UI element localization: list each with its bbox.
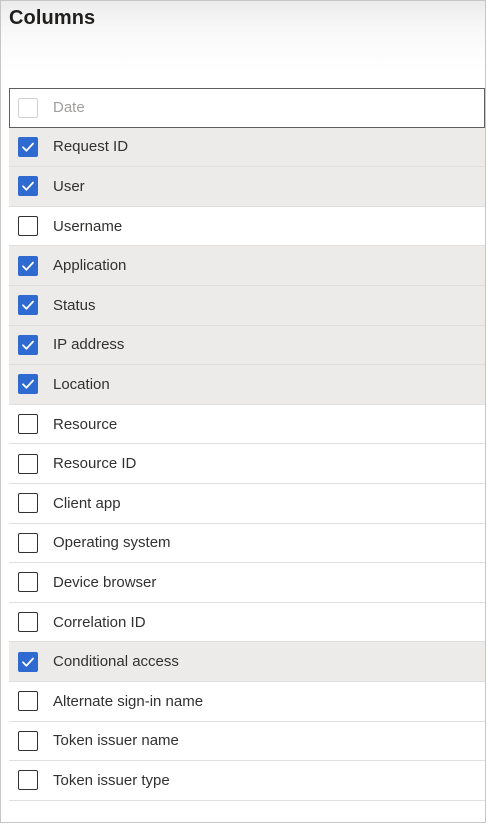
correlation-id-checkbox[interactable] [18, 612, 38, 633]
date-checkbox [18, 97, 38, 118]
column-option-alternate-sign-in-name[interactable]: Alternate sign-in name [9, 682, 485, 722]
columns-list: Date Request ID User Username Applicatio… [9, 88, 485, 801]
column-label: Token issuer type [53, 771, 170, 789]
device-browser-checkbox[interactable] [18, 572, 38, 593]
panel-title: Columns [9, 7, 96, 29]
column-option-location[interactable]: Location [9, 365, 485, 405]
conditional-access-checkbox[interactable] [18, 651, 38, 672]
operating-system-checkbox[interactable] [18, 532, 38, 553]
checkmark-icon [22, 380, 34, 390]
location-checkbox[interactable] [18, 374, 38, 395]
column-label: IP address [53, 336, 125, 354]
column-label: Resource [53, 415, 118, 433]
column-label: Conditional access [53, 653, 179, 671]
column-option-client-app[interactable]: Client app [9, 484, 485, 524]
column-option-correlation-id[interactable]: Correlation ID [9, 603, 485, 643]
column-label: Request ID [53, 138, 129, 156]
checkmark-icon [22, 142, 34, 152]
column-label: Resource ID [53, 455, 137, 473]
checkmark-icon [22, 340, 34, 350]
column-option-operating-system[interactable]: Operating system [9, 524, 485, 564]
checkmark-icon [22, 657, 34, 667]
column-label: Token issuer name [53, 732, 179, 750]
column-option-username[interactable]: Username [9, 207, 485, 247]
column-option-resource[interactable]: Resource [9, 405, 485, 445]
status-checkbox[interactable] [18, 295, 38, 316]
column-label: Operating system [53, 534, 171, 552]
column-label: Status [53, 296, 96, 314]
alternate-sign-in-name-checkbox[interactable] [18, 691, 38, 712]
checkmark-icon [22, 182, 34, 192]
column-option-resource-id[interactable]: Resource ID [9, 444, 485, 484]
request-id-checkbox[interactable] [18, 136, 38, 157]
column-label: Correlation ID [53, 613, 146, 631]
column-label: Application [53, 257, 127, 275]
column-option-ip-address[interactable]: IP address [9, 325, 485, 366]
user-checkbox[interactable] [18, 176, 38, 197]
checkmark-icon [22, 261, 34, 271]
resource-checkbox[interactable] [18, 414, 38, 435]
column-label: Username [53, 217, 123, 235]
column-option-device-browser[interactable]: Device browser [9, 563, 485, 603]
column-option-token-issuer-name[interactable]: Token issuer name [9, 722, 485, 762]
column-option-request-id[interactable]: Request ID [9, 127, 485, 168]
column-option-conditional-access[interactable]: Conditional access [9, 642, 485, 682]
username-checkbox[interactable] [18, 216, 38, 237]
client-app-checkbox[interactable] [18, 493, 38, 514]
columns-panel: Columns Date Request ID User Username Ap… [0, 0, 486, 823]
column-option-token-issuer-type[interactable]: Token issuer type [9, 761, 485, 801]
token-issuer-type-checkbox[interactable] [18, 770, 38, 791]
token-issuer-name-checkbox[interactable] [18, 730, 38, 751]
column-option-user[interactable]: User [9, 167, 485, 207]
column-label: Device browser [53, 573, 157, 591]
column-label: Client app [53, 494, 121, 512]
checkmark-icon [22, 300, 34, 310]
column-option-status[interactable]: Status [9, 285, 485, 326]
column-label: Location [53, 375, 110, 393]
column-label: Alternate sign-in name [53, 692, 204, 710]
column-label: Date [53, 99, 85, 117]
resource-id-checkbox[interactable] [18, 453, 38, 474]
column-option-application[interactable]: Application [9, 246, 485, 286]
column-label: User [53, 177, 85, 195]
column-option-date: Date [9, 88, 485, 128]
ip-address-checkbox[interactable] [18, 334, 38, 355]
application-checkbox[interactable] [18, 255, 38, 276]
